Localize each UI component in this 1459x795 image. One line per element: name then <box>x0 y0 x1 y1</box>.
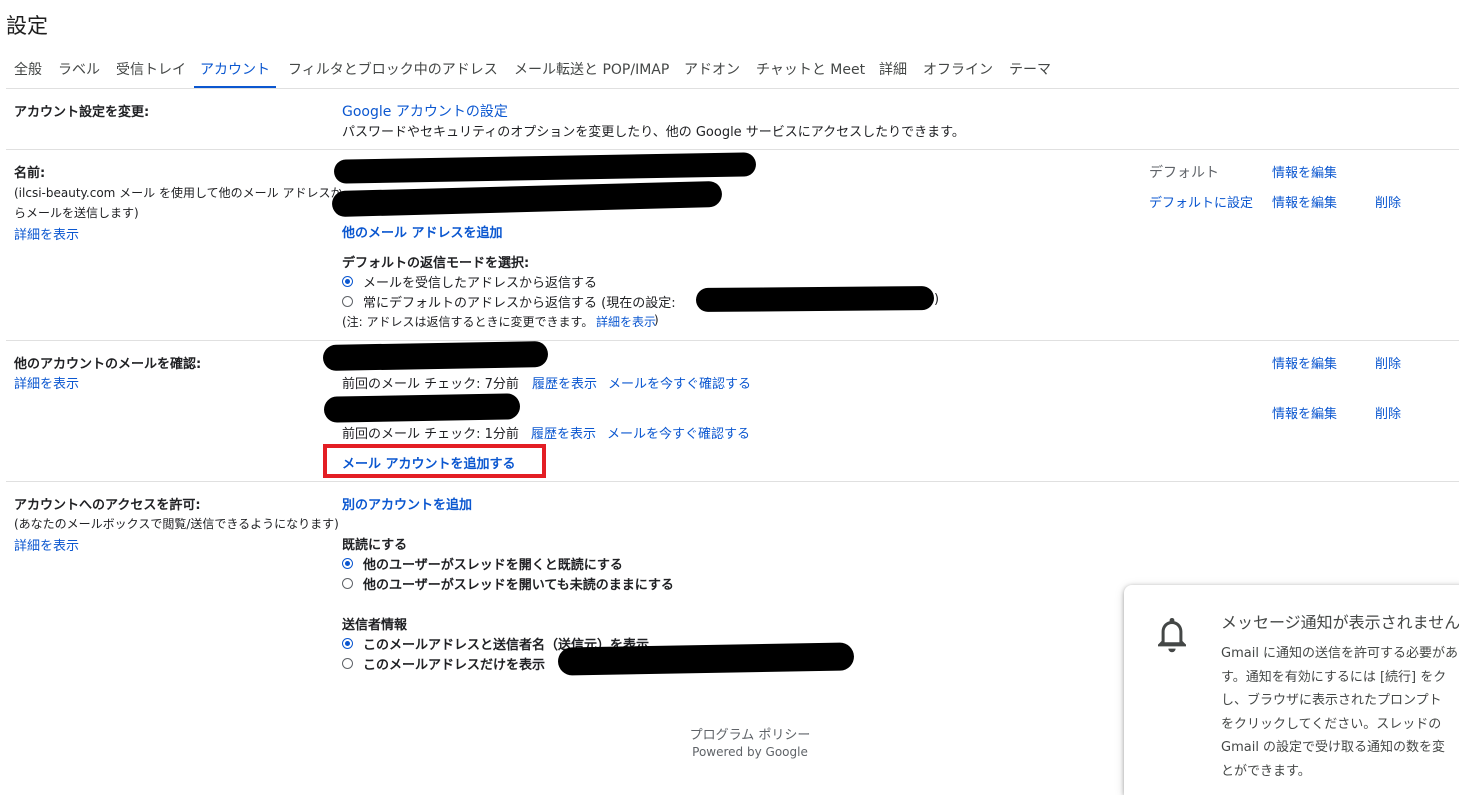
account-1-edit-link[interactable]: 情報を編集 <box>1272 353 1337 372</box>
read-option-2: 他のユーザーがスレッドを開いても未読のままにする <box>363 578 674 593</box>
reply-note: (注: アドレスは返信するときに変更できます。 <box>342 315 594 329</box>
default-text: デフォルト <box>1149 165 1219 181</box>
tab-general[interactable]: 全般 <box>14 59 42 88</box>
tab-labels[interactable]: ラベル <box>58 59 100 88</box>
set-default-link[interactable]: デフォルトに設定 <box>1149 192 1253 211</box>
notification-line: とができます。 <box>1221 763 1311 779</box>
account-2-status: 前回のメール チェック: 1分前 <box>342 427 519 442</box>
sender-option-2: このメールアドレスだけを表示 <box>363 658 546 673</box>
name-delete-link[interactable]: 削除 <box>1375 192 1401 211</box>
tab-addons[interactable]: アドオン <box>684 59 740 88</box>
sender-label: 送信者情報 <box>342 618 408 633</box>
check-mail-label: 他のアカウントのメールを確認: <box>14 357 202 372</box>
name-edit-link-2[interactable]: 情報を編集 <box>1272 192 1337 211</box>
notification-body: Gmail に通知の送信を許可する必要があ す。通知を有効にするには [続行] … <box>1221 642 1459 783</box>
name-desc-line2: らメールを送信します) <box>14 206 139 220</box>
divider <box>6 340 1459 341</box>
account-settings-label: アカウント設定を変更: <box>14 105 150 120</box>
reply-option-2: 常にデフォルトのアドレスから返信する (現在の設定: <box>363 296 676 311</box>
add-another-account-link[interactable]: 別のアカウントを追加 <box>342 494 472 513</box>
google-account-settings-link[interactable]: Google アカウントの設定 <box>342 101 508 121</box>
notification-line: をクリックしてください。スレッドの <box>1221 716 1442 732</box>
program-policy-link[interactable]: プログラム ポリシー <box>650 724 850 743</box>
account-2-edit-link[interactable]: 情報を編集 <box>1272 403 1337 422</box>
tab-inbox[interactable]: 受信トレイ <box>116 59 186 88</box>
add-mail-account-link[interactable]: メール アカウントを追加する <box>342 453 516 472</box>
bell-icon <box>1158 618 1186 653</box>
name-edit-link-1[interactable]: 情報を編集 <box>1272 162 1337 181</box>
notification-line: す。通知を有効にするには [続行] をク <box>1221 669 1447 685</box>
account-1-status: 前回のメール チェック: 7分前 <box>342 377 519 392</box>
account-1-history-link[interactable]: 履歴を表示 <box>532 373 597 392</box>
read-label: 既読にする <box>342 538 408 553</box>
account-2-check-now-link[interactable]: メールを今すぐ確認する <box>607 423 750 442</box>
tab-filters[interactable]: フィルタとブロック中のアドレス <box>288 59 498 88</box>
tab-forwarding[interactable]: メール転送と POP/IMAP <box>514 59 669 88</box>
redacted-account-2 <box>323 393 521 423</box>
grant-access-details-link[interactable]: 詳細を表示 <box>14 535 79 554</box>
powered-by-google: Powered by Google <box>692 745 808 759</box>
tab-chat-meet[interactable]: チャットと Meet <box>756 59 865 88</box>
check-mail-details-link[interactable]: 詳細を表示 <box>14 373 79 392</box>
read-radio-2[interactable] <box>342 578 353 589</box>
read-radio-1[interactable] <box>342 558 353 569</box>
name-desc-line1: (ilcsi-beauty.com メール を使用して他のメール アドレスか <box>14 186 343 200</box>
page-title: 設定 <box>6 14 48 38</box>
notification-title: メッセージ通知が表示されません <box>1221 613 1459 632</box>
add-address-link[interactable]: 他のメール アドレスを追加 <box>342 222 503 241</box>
grant-access-label: アカウントへのアクセスを許可: <box>14 498 201 513</box>
divider <box>6 481 1459 482</box>
account-2-delete-link[interactable]: 削除 <box>1375 403 1401 422</box>
reply-note-details-link[interactable]: 詳細を表示 <box>596 313 656 330</box>
redacted-default-address <box>695 285 935 313</box>
reply-mode-radio-1[interactable] <box>342 276 353 287</box>
notification-line: Gmail の設定で受け取る通知の数を変 <box>1221 740 1446 755</box>
notification-popup: メッセージ通知が表示されません Gmail に通知の送信を許可する必要があ す。… <box>1124 585 1459 795</box>
divider <box>6 149 1459 150</box>
sender-radio-2[interactable] <box>342 658 353 669</box>
sender-radio-1[interactable] <box>342 638 353 649</box>
reply-mode-radio-2[interactable] <box>342 296 353 307</box>
tab-offline[interactable]: オフライン <box>923 59 993 88</box>
name-details-link[interactable]: 詳細を表示 <box>14 224 79 243</box>
redacted-name-2 <box>331 180 723 218</box>
notification-line: し、ブラウザに表示されたプロンプト <box>1221 693 1442 708</box>
read-option-1: 他のユーザーがスレッドを開くと既読にする <box>363 558 623 573</box>
account-1-check-now-link[interactable]: メールを今すぐ確認する <box>608 373 751 392</box>
grant-access-desc: (あなたのメールボックスで閲覧/送信できるようになります) <box>14 517 339 531</box>
account-settings-desc: パスワードやセキュリティのオプションを変更したり、他の Google サービスに… <box>342 125 965 140</box>
tab-accounts[interactable]: アカウント <box>194 59 276 88</box>
settings-tabs: 全般 ラベル 受信トレイ アカウント フィルタとブロック中のアドレス メール転送… <box>6 53 1459 89</box>
tab-themes[interactable]: テーマ <box>1009 59 1051 88</box>
tab-advanced[interactable]: 詳細 <box>879 59 907 88</box>
account-2-history-link[interactable]: 履歴を表示 <box>531 423 596 442</box>
account-1-delete-link[interactable]: 削除 <box>1375 353 1401 372</box>
redacted-sender <box>557 642 855 676</box>
name-label: 名前: <box>14 166 46 181</box>
reply-option-2-suffix: ) <box>934 292 940 307</box>
notification-line: Gmail に通知の送信を許可する必要があ <box>1221 646 1459 661</box>
redacted-account-1 <box>322 341 549 371</box>
reply-note-suffix: ) <box>654 313 659 327</box>
reply-option-1: メールを受信したアドレスから返信する <box>363 276 598 291</box>
redacted-name-1 <box>333 152 757 184</box>
reply-mode-label: デフォルトの返信モードを選択: <box>342 256 530 271</box>
